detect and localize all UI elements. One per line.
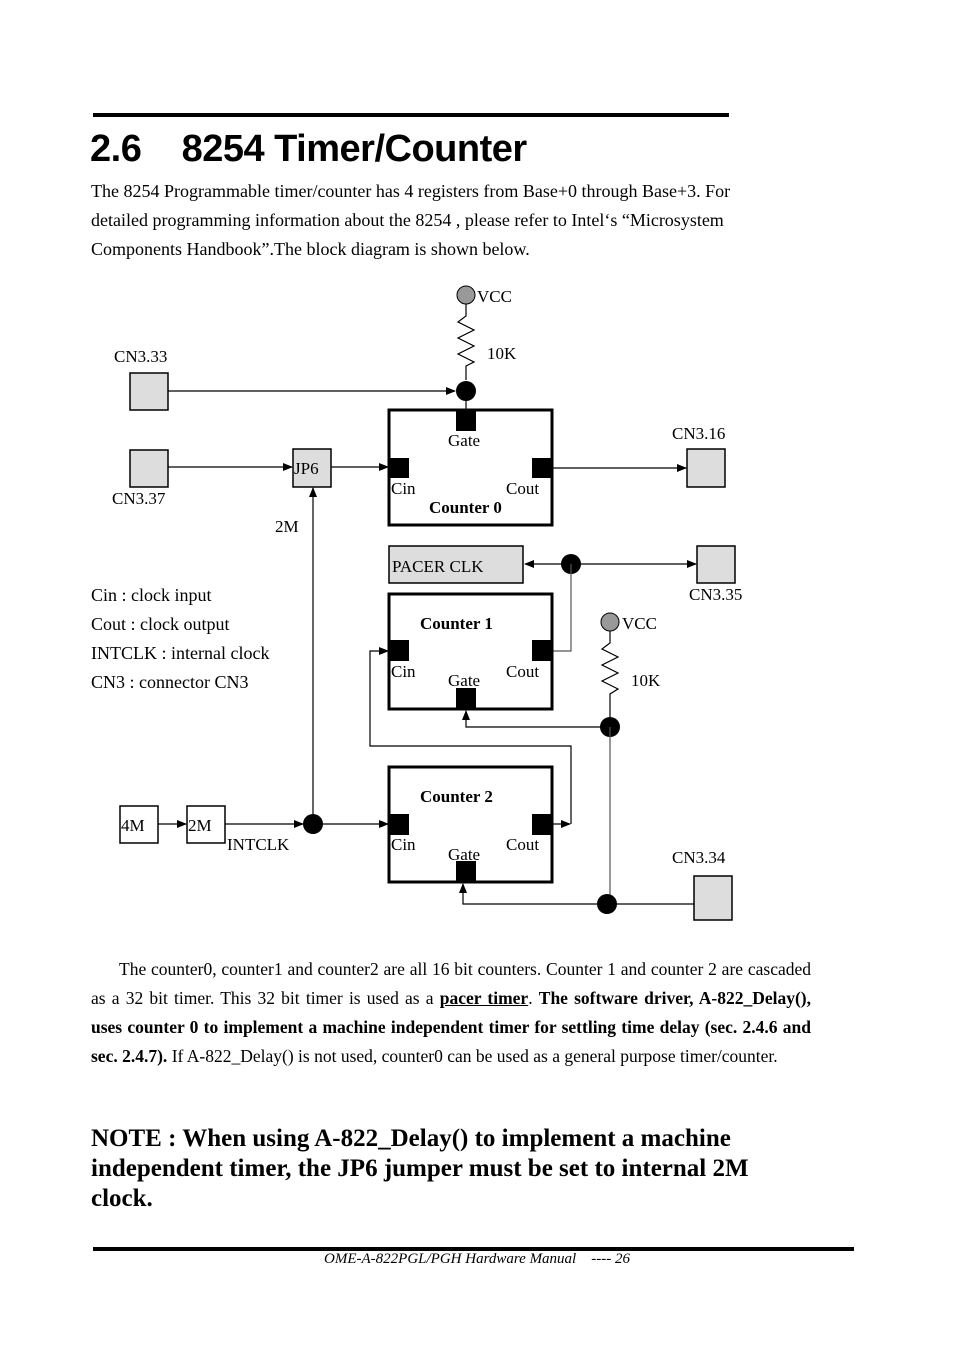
resistor-top [456, 304, 476, 380]
cn3-35-label: CN3.35 [689, 585, 742, 604]
block-diagram: VCC 10K CN3.33 CN3.37 JP6 2M Gate Cin Co… [112, 285, 742, 921]
cn3-35-connector [696, 545, 736, 584]
counter-0-cin-label: Cin [391, 479, 416, 498]
div-2m-label: 2M [188, 816, 212, 835]
note-text: NOTE : When using A-822_Delay() to imple… [91, 1125, 749, 1212]
body-text-2: . [528, 988, 539, 1008]
body-paragraph: The counter0, counter1 and counter2 are … [91, 955, 811, 1071]
counter-1-cout-pin [532, 640, 551, 661]
legend-item: INTCLK : internal clock [91, 643, 270, 663]
cn3-34-connector [693, 875, 733, 921]
cn3-16-connector [686, 448, 726, 488]
osc-4m-label: 4M [121, 816, 145, 835]
cn3-37-connector [129, 449, 169, 488]
pacer-timer-link[interactable]: pacer timer [440, 988, 528, 1008]
vcc-top-label: VCC [477, 287, 512, 306]
counter-2-cin-pin [390, 814, 409, 835]
counter-0-cout-label: Cout [506, 479, 539, 498]
cn3-33-connector [129, 372, 169, 411]
counter-2-title: Counter 2 [420, 787, 493, 806]
counter-1-cin-pin [390, 640, 409, 661]
legend-item: Cin : clock input [91, 585, 212, 605]
jp6-label: JP6 [294, 459, 319, 478]
pacer-clk-label: PACER CLK [392, 557, 484, 576]
counter-2-cout-pin [532, 814, 551, 835]
resistor-mid-label: 10K [631, 671, 661, 690]
counter-2-gate-label: Gate [448, 845, 480, 864]
wire-2m-label: 2M [275, 517, 299, 536]
resistor-mid [600, 631, 620, 717]
vcc-mid-terminal [600, 612, 620, 632]
counter-1-cin-label: Cin [391, 662, 416, 681]
counter-1-cout-label: Cout [506, 662, 539, 681]
body-text-3: If A-822_Delay() is not used, counter0 c… [167, 1046, 778, 1066]
legend-item: Cout : clock output [91, 614, 230, 634]
vcc-top-terminal [456, 285, 476, 305]
counter-0-gate-pin [456, 411, 476, 431]
cn3-34-label: CN3.34 [672, 848, 726, 867]
counter-0-gate-label: Gate [448, 431, 480, 450]
vcc-mid-label: VCC [622, 614, 657, 633]
legend-item: CN3 : connector CN3 [91, 672, 249, 692]
junction-gate0 [456, 381, 476, 401]
intclk-label: INTCLK [227, 835, 290, 854]
legend: Cin : clock input Cout : clock output IN… [91, 581, 269, 697]
cn3-33-label: CN3.33 [114, 347, 167, 366]
counter-0-cout-pin [532, 458, 551, 478]
page-footer: OME-A-822PGL/PGH Hardware Manual ---- 26 [0, 1251, 954, 1268]
counter-2-cout-label: Cout [506, 835, 539, 854]
counter-1-title: Counter 1 [420, 614, 493, 633]
counter-0-title: Counter 0 [429, 498, 502, 517]
counter-2-gate-pin [456, 861, 476, 881]
cn3-16-label: CN3.16 [672, 424, 725, 443]
counter-2-cin-label: Cin [391, 835, 416, 854]
resistor-top-label: 10K [487, 344, 517, 363]
cn3-37-label: CN3.37 [112, 489, 166, 508]
counter-1-gate-label: Gate [448, 671, 480, 690]
counter-1-gate-pin [456, 688, 476, 708]
footer-text: OME-A-822PGL/PGH Hardware Manual ---- 26 [324, 1251, 630, 1267]
counter-0-cin-pin [390, 458, 409, 478]
